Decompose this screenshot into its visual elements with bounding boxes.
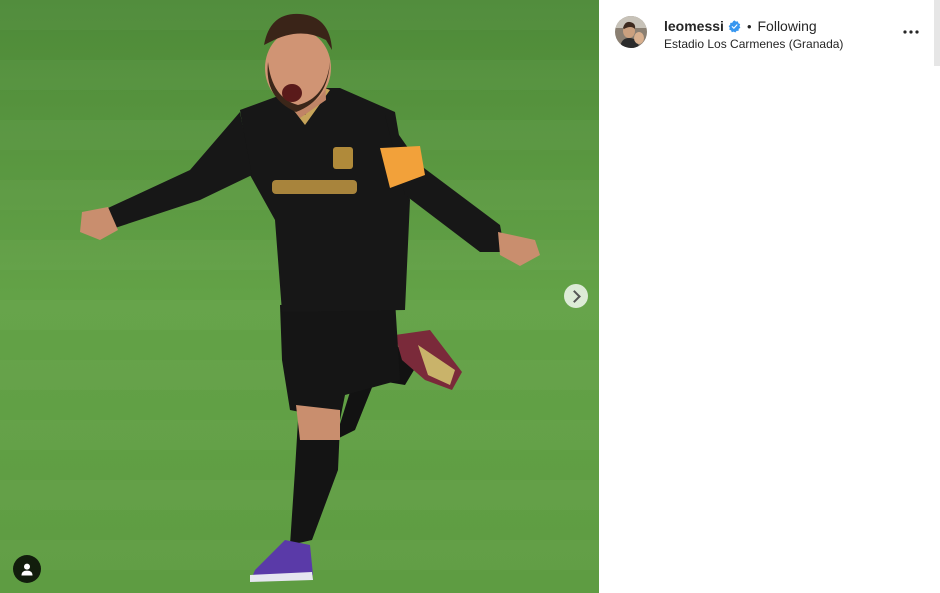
author-line: leomessi • Following [664, 17, 817, 35]
post-media[interactable] [0, 0, 599, 593]
more-options-button[interactable] [899, 22, 923, 42]
header-divider [599, 66, 940, 67]
person-icon [21, 563, 33, 575]
separator-dot: • [746, 18, 752, 34]
post-photo [0, 0, 599, 593]
next-photo-button[interactable] [564, 284, 588, 308]
chevron-right-icon [568, 289, 581, 303]
avatar[interactable] [615, 16, 647, 48]
verified-badge-icon [728, 19, 741, 33]
tagged-users-button[interactable] [13, 555, 41, 583]
username-link[interactable]: leomessi [664, 18, 724, 34]
post-modal: leomessi • Following Estadio Los Carmene… [0, 0, 940, 593]
post-header: leomessi • Following Estadio Los Carmene… [599, 0, 934, 66]
scrollbar[interactable] [934, 0, 940, 66]
following-button[interactable]: Following [758, 18, 817, 34]
more-horizontal-icon [903, 30, 919, 34]
location-link[interactable]: Estadio Los Carmenes (Granada) [664, 37, 843, 51]
post-side-panel: leomessi • Following Estadio Los Carmene… [599, 0, 940, 593]
profile-photo [615, 16, 647, 48]
